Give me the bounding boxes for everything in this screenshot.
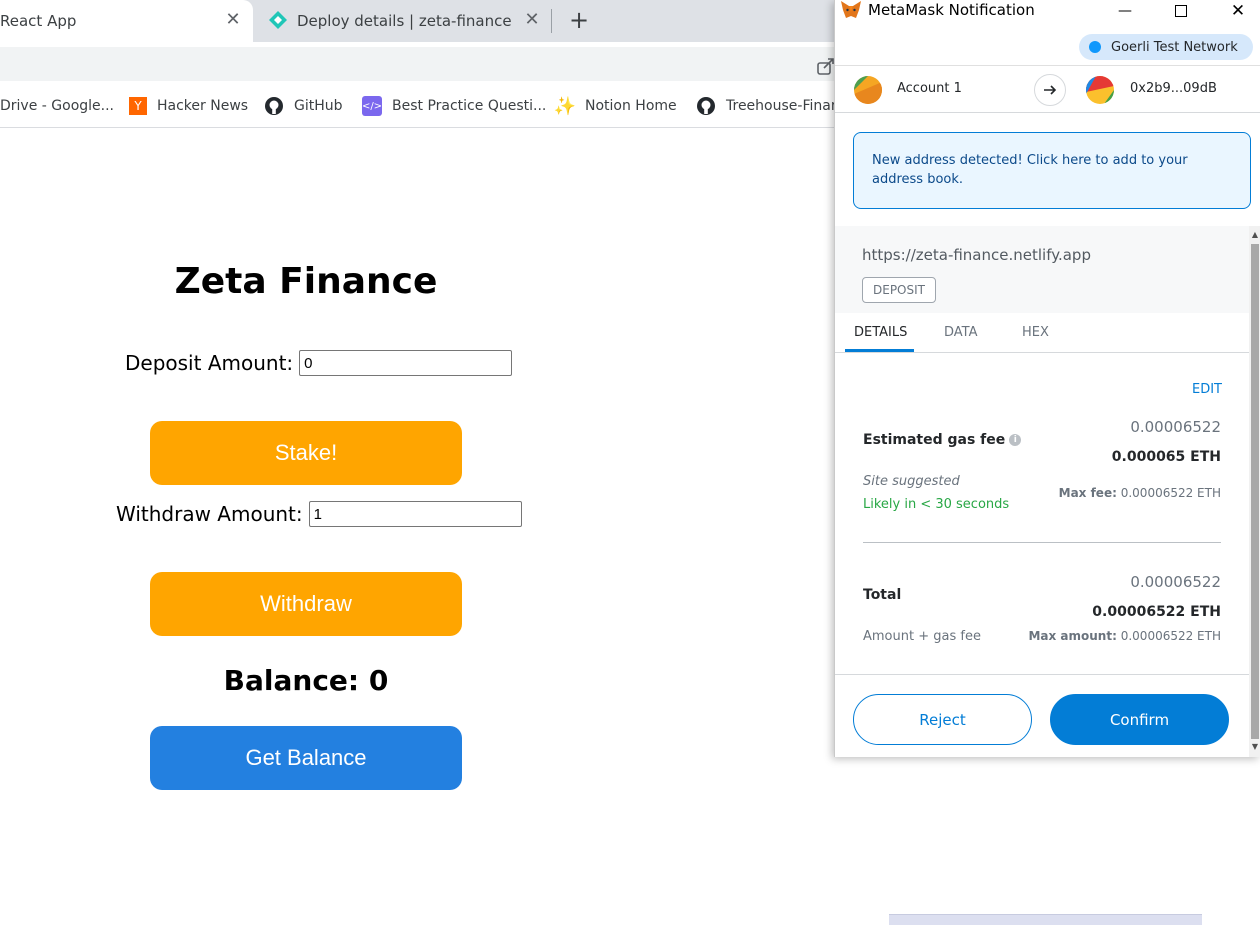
netlify-icon (269, 11, 287, 29)
recipient-address[interactable]: 0x2b9...09dB (1130, 81, 1217, 96)
edit-link[interactable]: EDIT (1192, 382, 1222, 397)
bookmark-label: GitHub (294, 98, 343, 114)
from-account-name: Account 1 (897, 81, 962, 96)
gas-fee-label: Estimated gas fee i (863, 432, 1022, 448)
new-address-notice[interactable]: New address detected! Click here to add … (853, 132, 1251, 209)
total-secondary: 0.00006522 (1130, 573, 1221, 591)
withdraw-label: Withdraw Amount: (116, 502, 303, 526)
withdraw-amount-input[interactable] (308, 501, 522, 527)
bookmark-label: Hacker News (157, 98, 249, 114)
bookmark-drive[interactable]: Drive - Google... (0, 96, 114, 116)
bookmark-github[interactable]: GitHub (264, 96, 343, 116)
scroll-down-icon[interactable]: ▼ (1249, 740, 1260, 754)
metamask-fox-icon (841, 1, 861, 18)
code-icon: </> (362, 96, 382, 116)
withdraw-button[interactable]: Withdraw (150, 572, 462, 636)
gas-fee-secondary: 0.00006522 (1130, 418, 1221, 436)
origin-area: https://zeta-finance.netlify.app DEPOSIT (835, 226, 1249, 313)
reject-button[interactable]: Reject (853, 694, 1032, 745)
tab-separator (551, 9, 552, 33)
tab-react-app[interactable]: React App ✕ (0, 0, 253, 42)
taskbar-peek (889, 914, 1202, 925)
recipient-avatar-icon (1086, 76, 1114, 104)
scroll-thumb[interactable] (1251, 244, 1259, 739)
sparkle-icon: ✨ (553, 95, 577, 117)
site-suggested-label: Site suggested (863, 474, 960, 489)
page-title: Zeta Finance (174, 261, 438, 302)
likely-time-text: Likely in < 30 seconds (863, 497, 1010, 512)
bookmark-label: Drive - Google... (0, 98, 114, 114)
bookmark-label: Treehouse-Finan (726, 98, 840, 114)
minimize-icon[interactable]: — (1102, 0, 1148, 22)
info-icon[interactable]: i (1009, 434, 1022, 446)
network-selector[interactable]: Goerli Test Network (1079, 34, 1253, 60)
total-amount: 0.00006522 ETH (1092, 604, 1221, 620)
max-fee-label: Max fee: (1058, 486, 1117, 500)
close-icon[interactable]: ✕ (1215, 0, 1260, 22)
tab-hex[interactable]: HEX (1022, 325, 1049, 340)
total-label: Total (863, 587, 902, 603)
transaction-details: EDIT Estimated gas fee i 0.00006522 0.000… (835, 353, 1249, 673)
bookmark-best-practice[interactable]: </> Best Practice Questi... (362, 96, 546, 116)
gas-fee-amount: 0.000065 ETH (1111, 449, 1221, 465)
tab-details[interactable]: DETAILS (854, 325, 907, 340)
section-divider (863, 542, 1221, 543)
bookmark-label: Best Practice Questi... (392, 98, 547, 114)
new-tab-icon[interactable]: + (566, 7, 592, 33)
network-dot-icon (1089, 41, 1101, 53)
bookmark-label: Notion Home (585, 98, 677, 114)
arrow-right-icon (1034, 74, 1066, 106)
bookmark-treehouse[interactable]: Treehouse-Finan (696, 96, 840, 116)
window-title: MetaMask Notification (868, 1, 1035, 19)
maximize-icon[interactable] (1158, 0, 1204, 22)
tab-title: Deploy details | zeta-finance (297, 12, 512, 30)
window-titlebar: MetaMask Notification — ✕ (835, 0, 1260, 22)
deposit-label: Deposit Amount: (125, 351, 294, 375)
bookmark-notion-home[interactable]: ✨ Notion Home (553, 95, 677, 117)
deposit-row: Deposit Amount: (125, 350, 513, 376)
max-amount-label: Max amount: (1028, 629, 1117, 643)
get-balance-button[interactable]: Get Balance (150, 726, 462, 790)
address-bar[interactable] (0, 47, 850, 81)
action-footer: Reject Confirm (835, 674, 1249, 757)
close-icon[interactable]: ✕ (521, 9, 543, 31)
details-tabs: DETAILS DATA HEX (835, 313, 1249, 353)
bookmark-hacker-news[interactable]: Y Hacker News (129, 96, 248, 116)
network-name: Goerli Test Network (1111, 39, 1238, 55)
active-tab-indicator (845, 349, 914, 352)
max-fee-row: Max fee: 0.00006522 ETH (1059, 486, 1221, 500)
withdraw-row: Withdraw Amount: (116, 501, 522, 527)
confirm-button[interactable]: Confirm (1050, 694, 1229, 745)
notice-text: New address detected! Click here to add … (872, 153, 1188, 187)
account-avatar-icon (854, 76, 882, 104)
scroll-up-icon[interactable]: ▲ (1249, 228, 1260, 242)
max-amount-value: 0.00006522 ETH (1120, 629, 1221, 643)
origin-url: https://zeta-finance.netlify.app (862, 246, 1091, 264)
network-bar: Goerli Test Network (835, 28, 1260, 66)
max-amount-row: Max amount: 0.00006522 ETH (1028, 629, 1221, 643)
metamask-window: MetaMask Notification — ✕ Goerli Test Ne… (834, 0, 1260, 757)
hacker-news-icon: Y (129, 97, 147, 115)
github-icon (697, 97, 715, 115)
tab-title: React App (0, 12, 77, 30)
close-icon[interactable]: ✕ (222, 9, 244, 31)
share-icon[interactable] (816, 56, 836, 76)
scrollbar[interactable]: ▲ ▼ (1249, 226, 1260, 757)
tab-deploy-details[interactable]: Deploy details | zeta-finance ✕ (256, 0, 552, 42)
balance-text: Balance: 0 (223, 664, 389, 697)
max-fee-value: 0.00006522 ETH (1120, 486, 1221, 500)
method-badge: DEPOSIT (862, 277, 936, 303)
account-row: Account 1 0x2b9...09dB (835, 67, 1260, 113)
stake-button[interactable]: Stake! (150, 421, 462, 485)
tab-data[interactable]: DATA (944, 325, 978, 340)
amount-plus-gas-label: Amount + gas fee (863, 629, 981, 644)
github-icon (265, 97, 283, 115)
gas-fee-label-text: Estimated gas fee (863, 432, 1006, 448)
deposit-amount-input[interactable] (299, 350, 513, 376)
